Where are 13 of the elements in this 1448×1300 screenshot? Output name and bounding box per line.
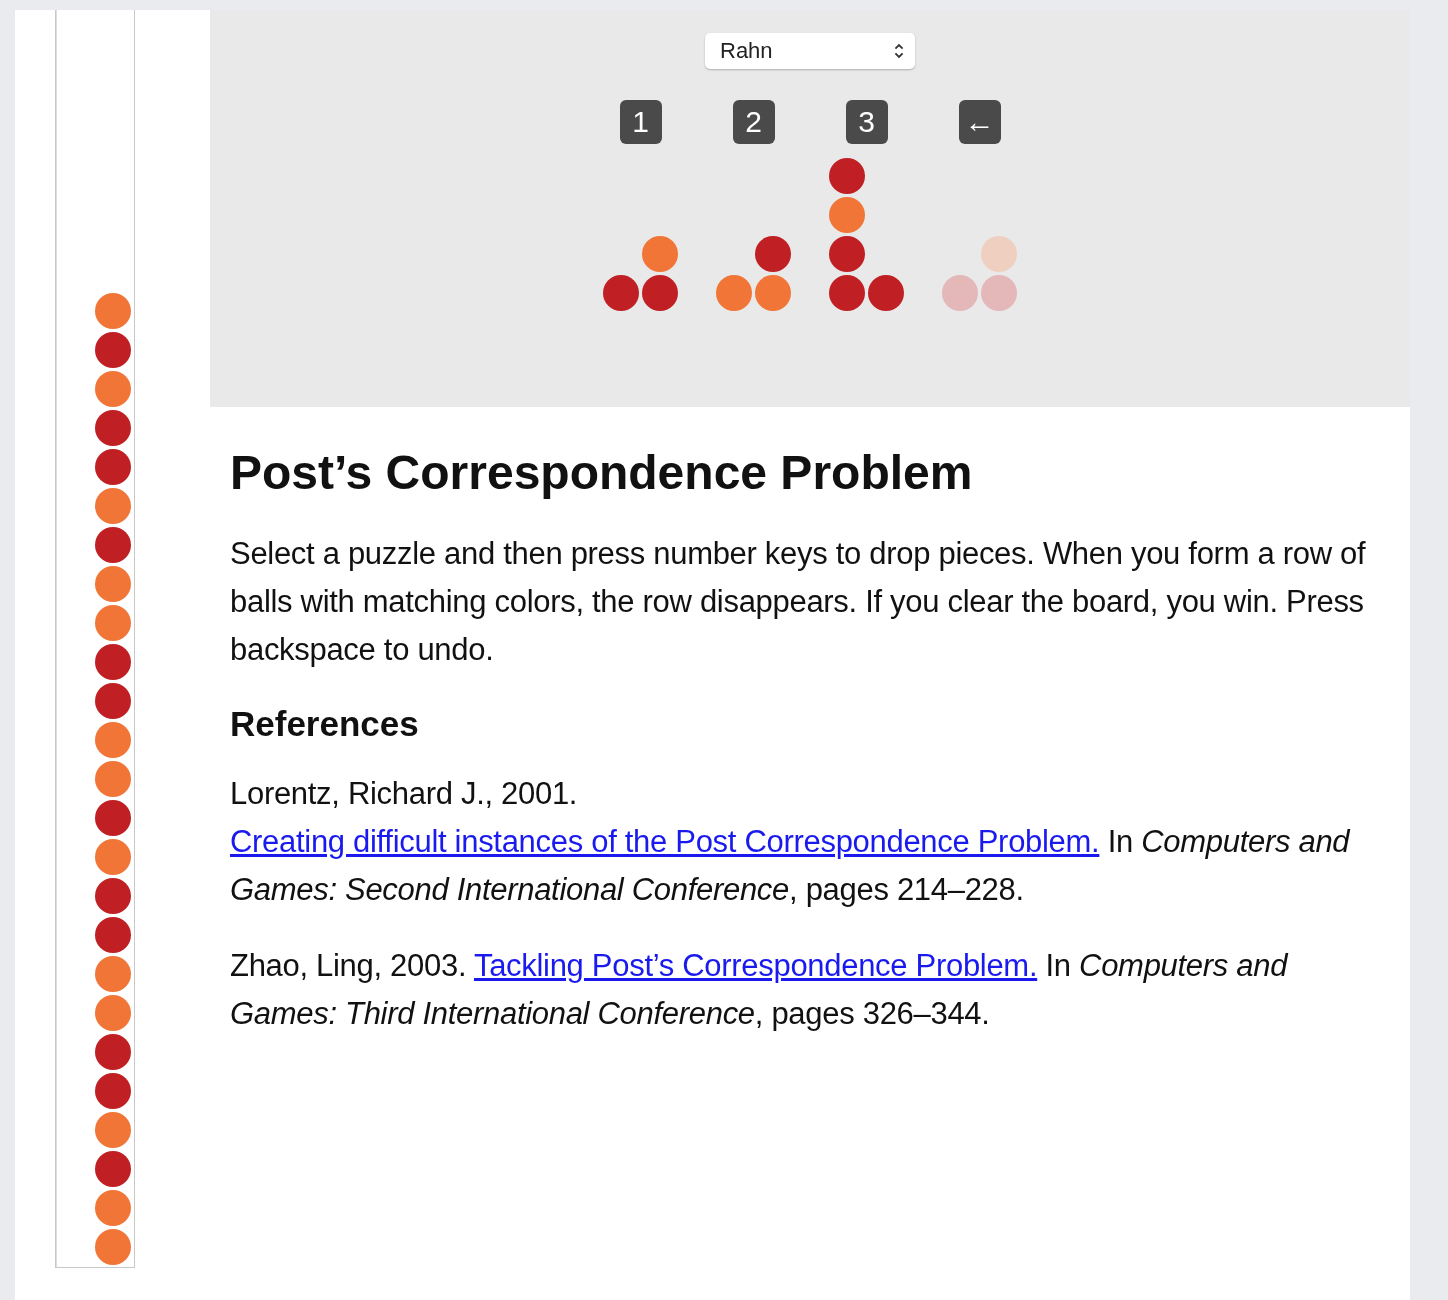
key-button[interactable]: 2: [732, 100, 775, 144]
reference-link[interactable]: Tackling Post’s Correspondence Problem.: [473, 948, 1038, 983]
chevron-icon: [893, 41, 905, 61]
reference-text: Lorentz, Richard J., 2001. Creating difficult instances of the Post Correspondence Problem. In Computers and Games: Second International Conference, pages 214–228.: [230, 775, 1352, 909]
puzzle-select[interactable]: Rahn: [705, 33, 915, 69]
page-title: Post’s Correspondence Problem: [230, 445, 974, 500]
key-button[interactable]: 1: [619, 100, 662, 144]
key-button[interactable]: ←: [958, 100, 1001, 144]
reference-text: Zhao, Ling, 2003. Tackling Post’s Correspondence Problem. In Computers and Games: Third International Conference, pages 326–344.: [230, 947, 1290, 1033]
key-button[interactable]: 3: [845, 100, 888, 144]
reference-link[interactable]: Creating difficult instances of the Post Correspondence Problem.: [230, 824, 1100, 859]
references-heading: References: [230, 704, 420, 744]
instructions-text: Select a puzzle and then press number keys to drop pieces. When you form a row of balls with matching colors, the row disappears. If you clear the board, you win. Press backspace to undo.: [230, 535, 1367, 669]
